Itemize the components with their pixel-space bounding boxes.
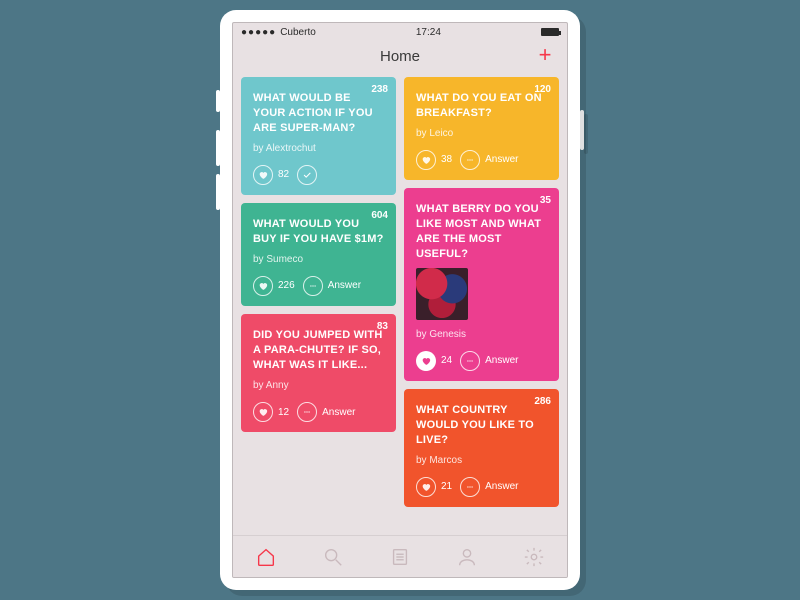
tab-bar <box>233 535 567 577</box>
answer-button[interactable]: Answer <box>297 402 355 422</box>
carrier-label: Cuberto <box>280 27 316 38</box>
search-icon <box>322 546 344 568</box>
answer-label: Answer <box>328 279 361 293</box>
answered-check-icon[interactable] <box>297 165 317 185</box>
answer-count: 35 <box>540 194 551 208</box>
heart-icon <box>416 351 436 371</box>
question-text: DID YOU JUMPED WITH A PARA-CHUTE? IF SO,… <box>253 328 384 373</box>
chat-icon <box>297 402 317 422</box>
question-text: WHAT BERRY DO YOU LIKE MOST AND WHAT ARE… <box>416 202 547 261</box>
chat-icon <box>460 150 480 170</box>
status-bar: ●●●●● Cuberto 17:24 <box>233 23 567 41</box>
like-button[interactable]: 24 <box>416 351 452 371</box>
card-actions: 12 Answer <box>253 402 384 422</box>
answer-label: Answer <box>485 354 518 368</box>
author-label: by Leico <box>416 127 547 141</box>
like-button[interactable]: 226 <box>253 276 295 296</box>
heart-icon <box>253 276 273 296</box>
battery-icon <box>541 28 559 36</box>
list-icon <box>389 546 411 568</box>
screen: ●●●●● Cuberto 17:24 Home + 238 <box>232 22 568 578</box>
question-card[interactable]: 120 WHAT DO YOU EAT ON BREAKFAST? by Lei… <box>404 77 559 180</box>
feed-column-left: 238 WHAT WOULD BE YOUR ACTION IF YOU ARE… <box>241 77 396 535</box>
question-text: WHAT WOULD BE YOUR ACTION IF YOU ARE SUP… <box>253 91 384 136</box>
chat-icon <box>303 276 323 296</box>
heart-icon <box>253 165 273 185</box>
answer-button[interactable]: Answer <box>460 477 518 497</box>
question-card[interactable]: 35 WHAT BERRY DO YOU LIKE MOST AND WHAT … <box>404 188 559 381</box>
answer-count: 120 <box>534 83 551 97</box>
tab-profile[interactable] <box>453 543 481 571</box>
tab-list[interactable] <box>386 543 414 571</box>
answer-label: Answer <box>322 406 355 420</box>
answer-label: Answer <box>485 480 518 494</box>
like-button[interactable]: 21 <box>416 477 452 497</box>
like-count: 82 <box>278 168 289 182</box>
question-text: WHAT WOULD YOU BUY IF YOU HAVE $1M? <box>253 217 384 247</box>
like-count: 226 <box>278 279 295 293</box>
answer-button[interactable]: Answer <box>460 150 518 170</box>
profile-icon <box>456 546 478 568</box>
like-count: 38 <box>441 153 452 167</box>
chat-icon <box>460 477 480 497</box>
phone-frame: ●●●●● Cuberto 17:24 Home + 238 <box>220 10 580 590</box>
add-button[interactable]: + <box>533 43 557 67</box>
author-label: by Anny <box>253 379 384 393</box>
like-button[interactable]: 38 <box>416 150 452 170</box>
question-card[interactable]: 286 WHAT COUNTRY WOULD YOU LIKE TO LIVE?… <box>404 389 559 507</box>
card-actions: 38 Answer <box>416 150 547 170</box>
like-count: 12 <box>278 406 289 420</box>
answer-count: 83 <box>377 320 388 334</box>
heart-icon <box>416 150 436 170</box>
like-count: 24 <box>441 354 452 368</box>
like-button[interactable]: 82 <box>253 165 289 185</box>
card-actions: 226 Answer <box>253 276 384 296</box>
device-power-button <box>580 110 584 150</box>
card-actions: 21 Answer <box>416 477 547 497</box>
feed: 238 WHAT WOULD BE YOUR ACTION IF YOU ARE… <box>233 71 567 535</box>
like-count: 21 <box>441 480 452 494</box>
answer-count: 238 <box>371 83 388 97</box>
plus-icon: + <box>539 42 552 68</box>
status-left: ●●●●● Cuberto <box>241 27 316 38</box>
nav-header: Home + <box>233 41 567 71</box>
signal-dots-icon: ●●●●● <box>241 27 276 38</box>
clock-label: 17:24 <box>416 27 441 38</box>
answer-count: 604 <box>371 209 388 223</box>
author-label: by Alextrochut <box>253 142 384 156</box>
answer-button[interactable]: Answer <box>460 351 518 371</box>
home-icon <box>255 546 277 568</box>
question-card[interactable]: 238 WHAT WOULD BE YOUR ACTION IF YOU ARE… <box>241 77 396 195</box>
heart-icon <box>416 477 436 497</box>
author-label: by Sumeco <box>253 253 384 267</box>
answer-label: Answer <box>485 153 518 167</box>
card-thumbnail <box>416 268 468 320</box>
feed-column-right: 120 WHAT DO YOU EAT ON BREAKFAST? by Lei… <box>404 77 559 535</box>
question-card[interactable]: 604 WHAT WOULD YOU BUY IF YOU HAVE $1M? … <box>241 203 396 306</box>
author-label: by Marcos <box>416 454 547 468</box>
answer-button[interactable]: Answer <box>303 276 361 296</box>
question-text: WHAT COUNTRY WOULD YOU LIKE TO LIVE? <box>416 403 547 448</box>
card-actions: 82 <box>253 165 384 185</box>
like-button[interactable]: 12 <box>253 402 289 422</box>
tab-home[interactable] <box>252 543 280 571</box>
page-title: Home <box>380 48 420 65</box>
heart-icon <box>253 402 273 422</box>
tab-settings[interactable] <box>520 543 548 571</box>
card-actions: 24 Answer <box>416 351 547 371</box>
tab-search[interactable] <box>319 543 347 571</box>
answer-count: 286 <box>534 395 551 409</box>
question-text: WHAT DO YOU EAT ON BREAKFAST? <box>416 91 547 121</box>
chat-icon <box>460 351 480 371</box>
author-label: by Genesis <box>416 328 547 342</box>
gear-icon <box>523 546 545 568</box>
question-card[interactable]: 83 DID YOU JUMPED WITH A PARA-CHUTE? IF … <box>241 314 396 432</box>
